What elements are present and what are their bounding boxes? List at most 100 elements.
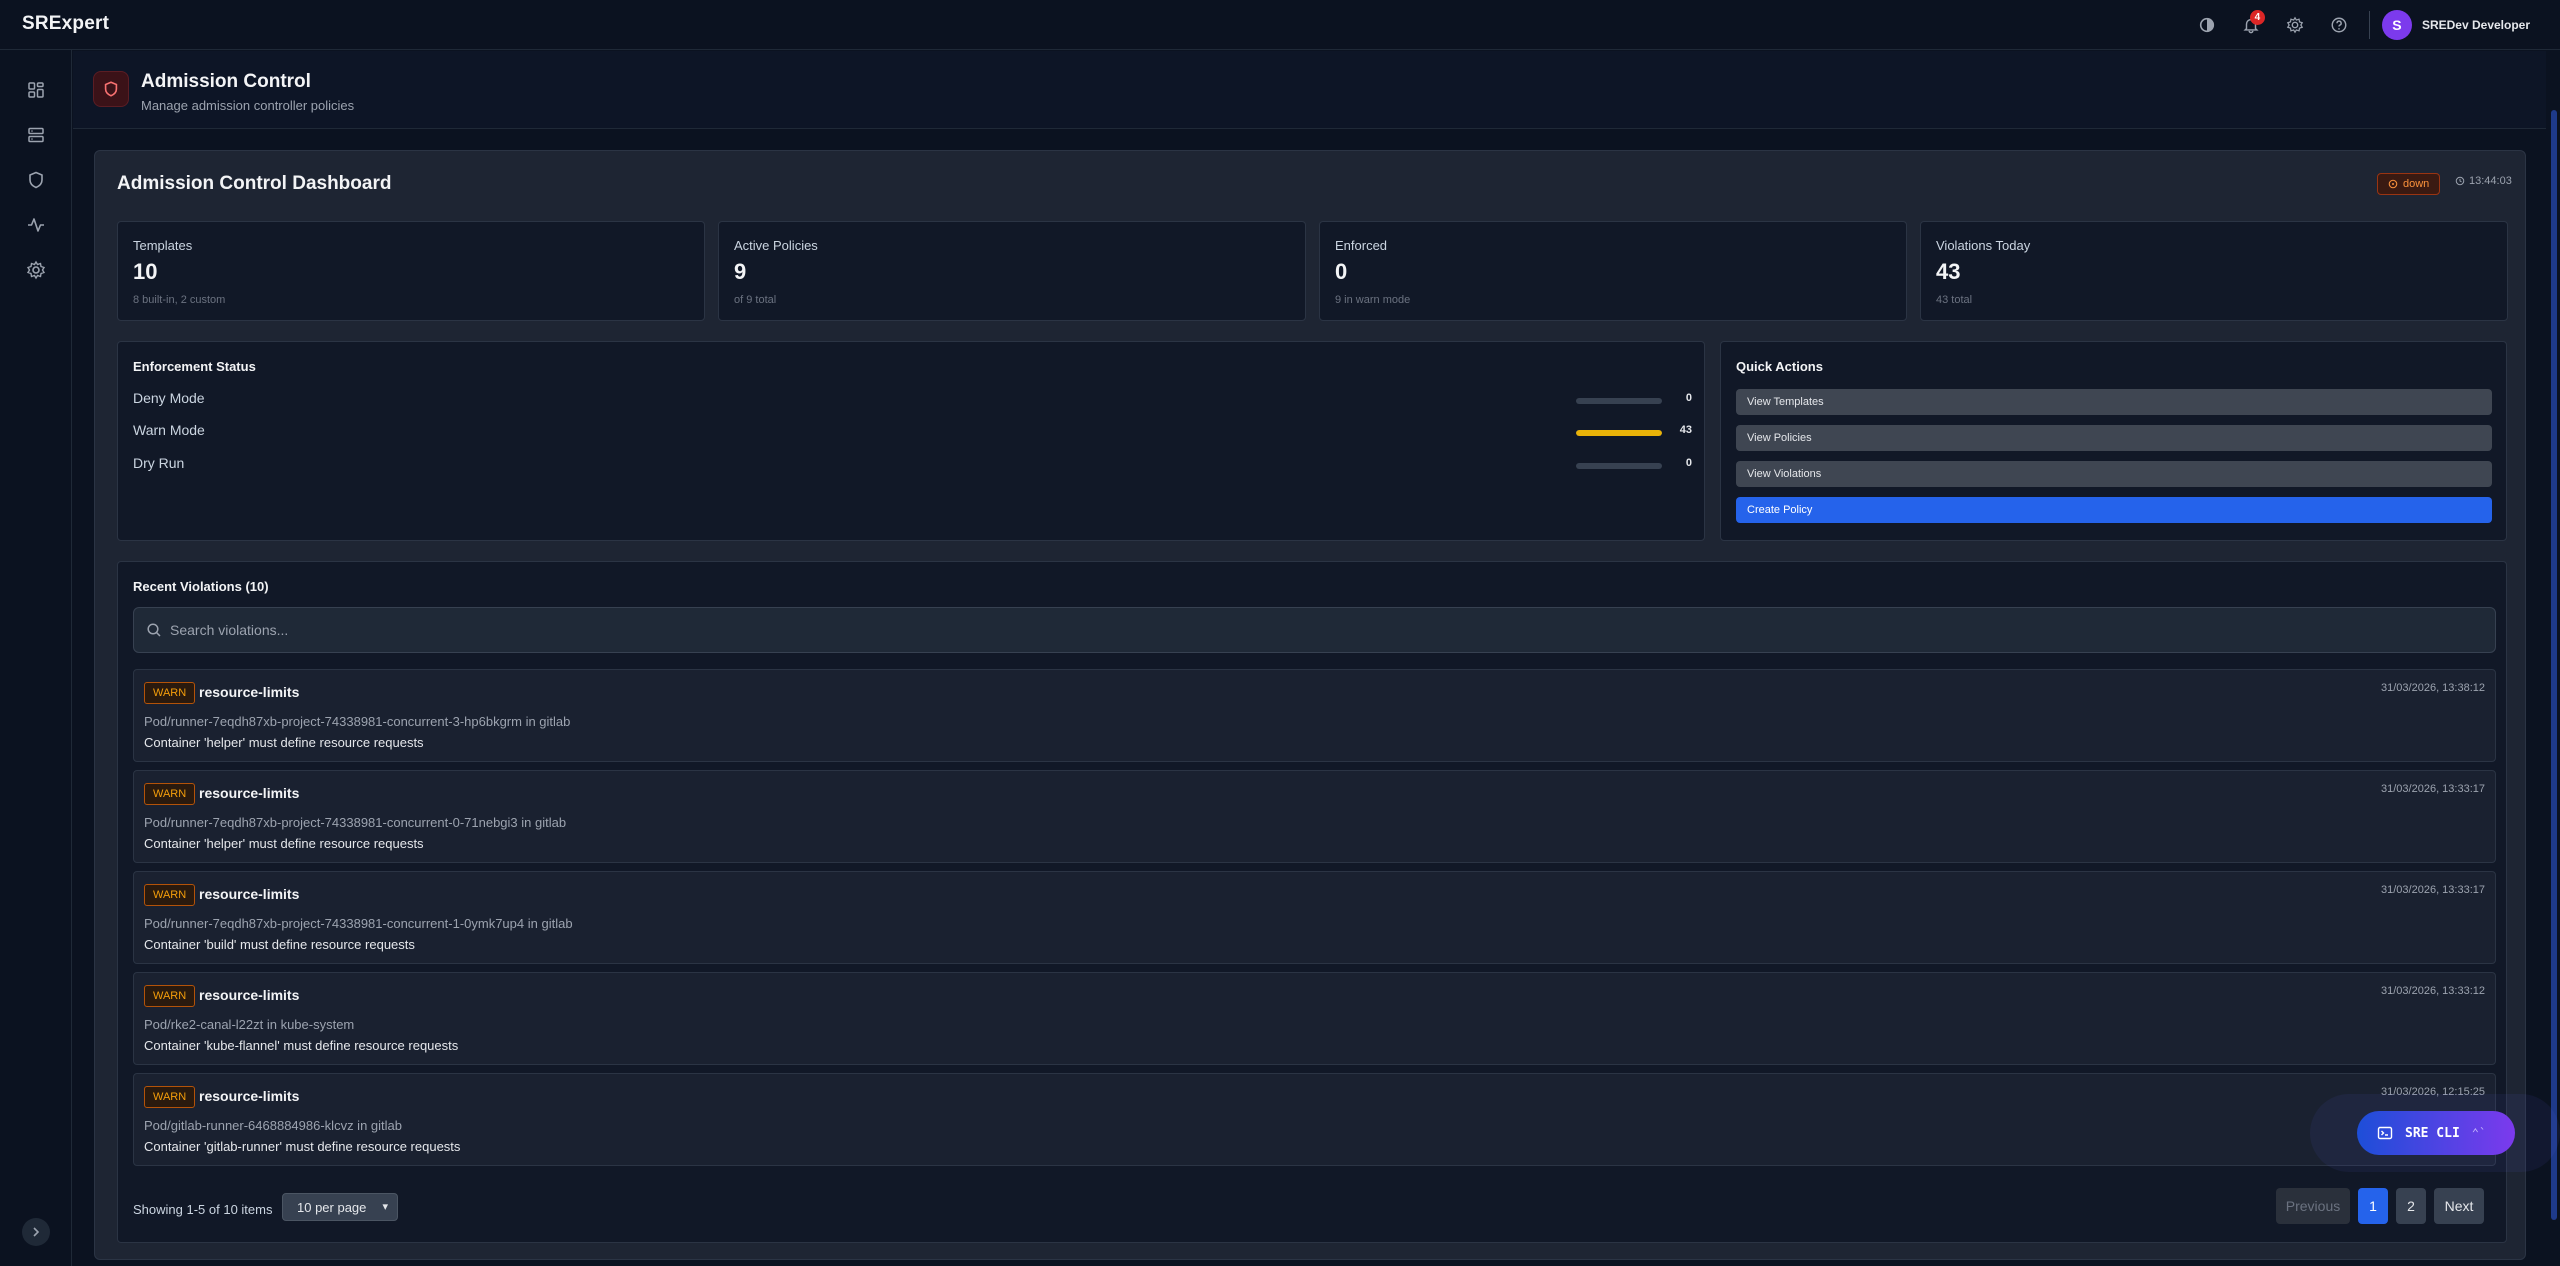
avatar[interactable]: S <box>2381 10 2412 40</box>
status-alert-icon <box>2388 179 2398 189</box>
dashboard-title: Admission Control Dashboard <box>117 173 392 194</box>
quick-actions-title: Quick Actions <box>1736 359 1823 374</box>
search-input[interactable] <box>170 608 2470 652</box>
scrollbar[interactable] <box>2546 50 2560 1266</box>
violation-time: 31/03/2026, 13:38:12 <box>2381 682 2485 694</box>
page-1-button[interactable]: 1 <box>2358 1188 2388 1224</box>
create-policy-button[interactable]: Create Policy <box>1736 497 2492 523</box>
violation-resource: Pod/runner-7eqdh87xb-project-74338981-co… <box>144 916 573 931</box>
search-icon <box>147 623 161 637</box>
stat-value: 9 <box>734 259 747 284</box>
enforcement-label: Deny Mode <box>133 390 205 406</box>
stat-card-templates[interactable]: Templates 10 8 built-in, 2 custom <box>117 221 705 321</box>
theme-toggle-icon[interactable] <box>2185 8 2229 42</box>
sidebar-servers-icon[interactable] <box>18 117 54 153</box>
per-page-value: 10 per page <box>297 1199 367 1215</box>
severity-badge: WARN <box>144 682 196 704</box>
violation-item[interactable]: WARN resource-limits Pod/runner-7eqdh87x… <box>133 871 2496 964</box>
sidebar-settings-icon[interactable] <box>18 252 54 288</box>
enforcement-bar <box>1576 430 1662 436</box>
chevron-down-icon: ▾ <box>382 1201 388 1213</box>
enforcement-count: 43 <box>1679 424 1692 436</box>
enforcement-row-warn: Warn Mode 43 <box>133 422 1692 442</box>
stat-card-enforced[interactable]: Enforced 0 9 in warn mode <box>1319 221 1907 321</box>
violation-resource: Pod/rke2-canal-l22zt in kube-system <box>144 1017 355 1032</box>
violation-policy: resource-limits <box>199 886 300 902</box>
violation-item[interactable]: WARN resource-limits Pod/rke2-canal-l22z… <box>133 972 2496 1065</box>
violation-resource: Pod/runner-7eqdh87xb-project-74338981-co… <box>144 714 571 729</box>
sidebar-expand-chevron-icon[interactable] <box>22 1218 50 1246</box>
recent-violations-panel: Recent Violations (10) WARN resource-lim… <box>117 561 2507 1243</box>
recent-violations-title: Recent Violations (10) <box>133 579 269 594</box>
stat-sub: 8 built-in, 2 custom <box>133 294 226 306</box>
stat-value: 43 <box>1936 259 1961 284</box>
stat-label: Violations Today <box>1936 238 2031 253</box>
stat-card-violations-today[interactable]: Violations Today 43 43 total <box>1920 221 2508 321</box>
per-page-select[interactable]: 10 per page ▾ <box>282 1193 398 1221</box>
user-name[interactable]: SREDev Developer <box>2422 18 2530 32</box>
dashboard-card: Admission Control Dashboard down 13:44:0… <box>94 150 2526 1260</box>
stat-sub: of 9 total <box>734 294 777 306</box>
violation-time: 31/03/2026, 13:33:17 <box>2381 884 2485 896</box>
next-page-button[interactable]: Next <box>2434 1188 2484 1224</box>
severity-badge: WARN <box>144 884 196 906</box>
search-violations-field[interactable] <box>133 607 2496 653</box>
sidebar-dashboard-icon[interactable] <box>18 72 54 108</box>
violation-policy: resource-limits <box>199 1088 300 1104</box>
last-updated: 13:44:03 <box>2455 175 2512 187</box>
sidebar-shield-icon[interactable] <box>18 162 54 198</box>
stat-value: 10 <box>133 259 158 284</box>
violation-policy: resource-limits <box>199 684 300 700</box>
view-policies-button[interactable]: View Policies <box>1736 425 2492 451</box>
page-header: Admission Control Manage admission contr… <box>73 51 2553 129</box>
violation-item[interactable]: WARN resource-limits Pod/runner-7eqdh87x… <box>133 770 2496 863</box>
stat-value: 0 <box>1335 259 1348 284</box>
stat-card-active-policies[interactable]: Active Policies 9 of 9 total <box>718 221 1306 321</box>
sidebar <box>0 50 72 1266</box>
enforcement-title: Enforcement Status <box>133 359 256 374</box>
view-violations-button[interactable]: View Violations <box>1736 461 2492 487</box>
violation-message: Container 'kube-flannel' must define res… <box>144 1038 459 1053</box>
quick-actions-panel: Quick Actions View Templates View Polici… <box>1720 341 2507 541</box>
previous-page-button[interactable]: Previous <box>2276 1188 2350 1224</box>
violation-time: 31/03/2026, 13:33:12 <box>2381 985 2485 997</box>
topbar-divider <box>2368 11 2370 39</box>
sidebar-activity-icon[interactable] <box>18 207 54 243</box>
view-templates-button[interactable]: View Templates <box>1736 389 2492 415</box>
violation-message: Container 'gitlab-runner' must define re… <box>144 1139 461 1154</box>
severity-badge: WARN <box>144 985 196 1007</box>
violation-message: Container 'build' must define resource r… <box>144 937 415 952</box>
violation-item[interactable]: WARN resource-limits Pod/runner-7eqdh87x… <box>133 669 2496 762</box>
violation-item[interactable]: WARN resource-limits Pod/gitlab-runner-6… <box>133 1073 2496 1166</box>
stat-sub: 43 total <box>1936 294 1973 306</box>
last-updated-time: 13:44:03 <box>2469 175 2512 187</box>
help-icon[interactable] <box>2317 8 2361 42</box>
page-subtitle: Manage admission controller policies <box>141 98 355 113</box>
severity-badge: WARN <box>144 1086 196 1108</box>
user-menu[interactable]: S SREDev Developer <box>2381 10 2530 40</box>
enforcement-status-panel: Enforcement Status Deny Mode 0 Warn Mode… <box>117 341 1705 541</box>
violation-resource: Pod/gitlab-runner-6468884986-klcvz in gi… <box>144 1118 402 1133</box>
pagination-summary: Showing 1-5 of 10 items <box>133 1202 273 1217</box>
top-bar: SRExpert 4 S SREDev Developer <box>0 0 2560 50</box>
sre-cli-button[interactable]: SRE CLI ⌃` <box>2357 1111 2515 1155</box>
violation-policy: resource-limits <box>199 987 300 1003</box>
sre-cli-shortcut: ⌃` <box>2471 1126 2487 1140</box>
page-2-button[interactable]: 2 <box>2396 1188 2426 1224</box>
brand-logo[interactable]: SRExpert <box>22 13 109 35</box>
sre-cli-label: SRE CLI <box>2405 1125 2460 1141</box>
enforcement-label: Dry Run <box>133 455 185 471</box>
status-badge: down <box>2377 173 2441 195</box>
settings-gear-icon[interactable] <box>2273 8 2317 42</box>
scrollbar-thumb[interactable] <box>2551 110 2557 1220</box>
enforcement-count: 0 <box>1685 392 1692 404</box>
violation-time: 31/03/2026, 13:33:17 <box>2381 783 2485 795</box>
violation-resource: Pod/runner-7eqdh87xb-project-74338981-co… <box>144 815 567 830</box>
notifications-bell-icon[interactable]: 4 <box>2229 8 2273 42</box>
enforcement-row-deny: Deny Mode 0 <box>133 390 1692 410</box>
admission-shield-icon <box>93 71 129 107</box>
stat-label: Templates <box>133 238 193 253</box>
terminal-icon <box>2377 1126 2393 1140</box>
violation-policy: resource-limits <box>199 785 300 801</box>
enforcement-count: 0 <box>1685 457 1692 469</box>
